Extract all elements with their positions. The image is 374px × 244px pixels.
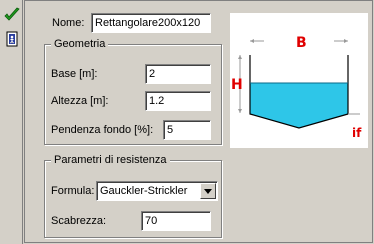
height-arrow-top bbox=[238, 55, 242, 59]
geometry-legend: Geometria bbox=[51, 37, 109, 51]
formula-label: Formula: bbox=[51, 185, 95, 197]
base-input[interactable]: 2 bbox=[145, 64, 211, 84]
height-dimension-label: H bbox=[231, 77, 243, 93]
water-fill bbox=[250, 83, 348, 128]
exit-button[interactable] bbox=[3, 30, 21, 48]
base-arrow-right bbox=[344, 39, 348, 43]
exit-door-icon bbox=[6, 31, 18, 47]
resistance-legend: Parametri di resistenza bbox=[51, 153, 170, 167]
slope-label: Pendenza fondo [%]: bbox=[51, 124, 154, 136]
height-input[interactable]: 1.2 bbox=[145, 91, 211, 111]
name-label: Nome: bbox=[52, 17, 85, 29]
formula-select[interactable]: Gauckler-Strickler bbox=[96, 181, 218, 201]
channel-section-diagram: B H if bbox=[230, 13, 368, 148]
roughness-input[interactable]: 70 bbox=[141, 211, 211, 231]
chevron-down-icon bbox=[204, 188, 212, 194]
height-arrow-bottom bbox=[238, 109, 242, 113]
dropdown-button[interactable] bbox=[200, 183, 216, 199]
roughness-label: Scabrezza: bbox=[51, 215, 107, 227]
confirm-button[interactable] bbox=[3, 6, 21, 24]
slope-dimension-label: if bbox=[352, 126, 362, 140]
rectangular-channel-icon: B H if bbox=[231, 35, 362, 140]
slope-input[interactable]: 5 bbox=[163, 120, 211, 140]
base-dimension-label: B bbox=[296, 35, 307, 51]
base-label: Base [m]: bbox=[51, 68, 98, 80]
name-input[interactable]: Rettangolare200x120 bbox=[91, 13, 211, 33]
checkmark-icon bbox=[4, 7, 20, 21]
base-arrow-left bbox=[250, 39, 254, 43]
height-label: Altezza [m]: bbox=[51, 95, 109, 107]
formula-value: Gauckler-Strickler bbox=[100, 185, 188, 197]
side-toolbar bbox=[0, 0, 23, 244]
